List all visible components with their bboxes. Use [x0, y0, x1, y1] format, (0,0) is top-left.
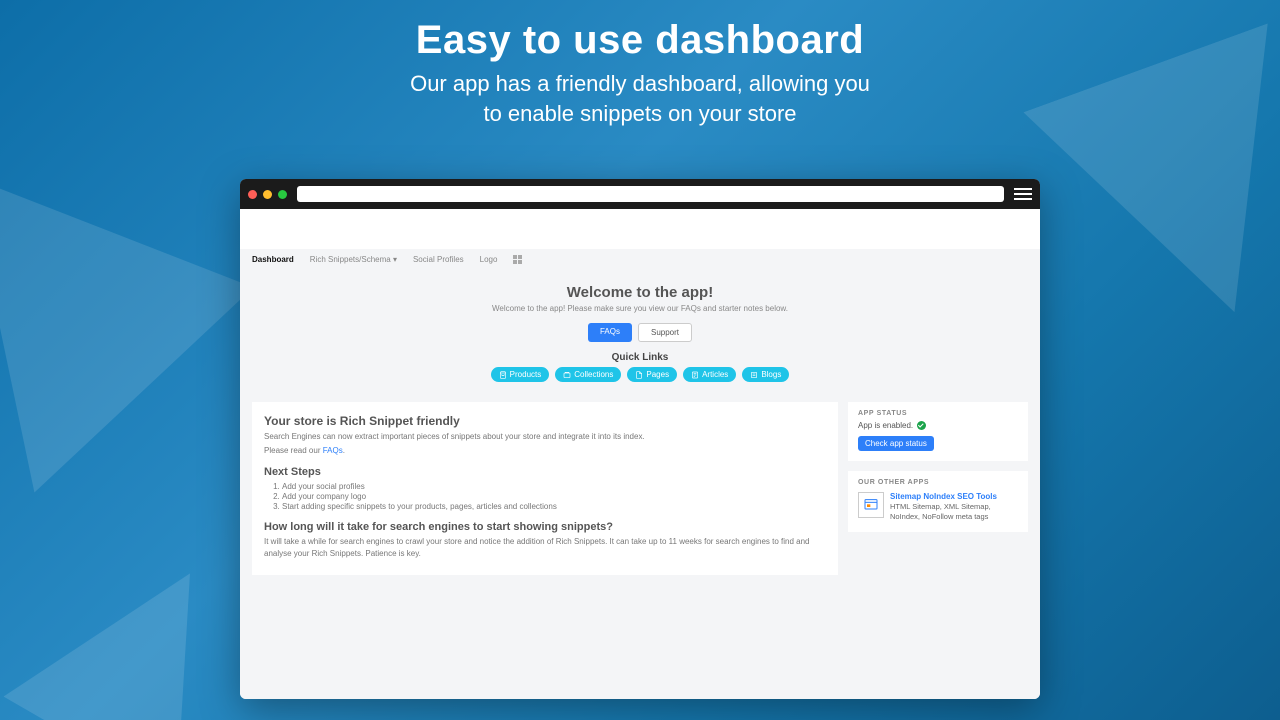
app-status-label: APP STATUS: [858, 410, 1018, 417]
other-apps-card: OUR OTHER APPS Sitemap NoIndex SEO Tools…: [848, 471, 1028, 532]
apps-grid-icon[interactable]: [513, 255, 522, 264]
next-steps-heading: Next Steps: [264, 466, 826, 478]
app-body: Dashboard Rich Snippets/Schema ▾ Social …: [240, 209, 1040, 699]
quicklinks-title: Quick Links: [240, 352, 1040, 363]
support-button[interactable]: Support: [638, 323, 692, 342]
main-heading: Your store is Rich Snippet friendly: [264, 414, 826, 428]
main-p2: Please read our FAQs.: [264, 445, 826, 456]
app-status-card: APP STATUS App is enabled. Check app sta…: [848, 402, 1028, 461]
next-steps-list: Add your social profiles Add your compan…: [282, 482, 826, 511]
app-icon: [858, 492, 884, 518]
welcome-sub: Welcome to the app! Please make sure you…: [240, 304, 1040, 313]
minimize-window-dot[interactable]: [263, 190, 272, 199]
tab-dashboard[interactable]: Dashboard: [252, 255, 294, 264]
faqs-button[interactable]: FAQs: [588, 323, 632, 342]
quicklinks-row: Products Collections Pages Articles Blog…: [240, 367, 1040, 382]
app-nav: Dashboard Rich Snippets/Schema ▾ Social …: [240, 249, 1040, 270]
tab-social-profiles[interactable]: Social Profiles: [413, 255, 464, 264]
app-status-row: App is enabled.: [858, 421, 1018, 430]
main-panel: Your store is Rich Snippet friendly Sear…: [252, 402, 838, 575]
hero-title: Easy to use dashboard: [0, 18, 1280, 63]
main-p1: Search Engines can now extract important…: [264, 431, 826, 442]
other-app-desc: HTML Sitemap, XML Sitemap, NoIndex, NoFo…: [890, 502, 991, 521]
check-app-status-button[interactable]: Check app status: [858, 436, 934, 451]
list-item: Add your social profiles: [282, 482, 826, 491]
browser-window: Dashboard Rich Snippets/Schema ▾ Social …: [240, 179, 1040, 699]
close-window-dot[interactable]: [248, 190, 257, 199]
browser-titlebar: [240, 179, 1040, 209]
quicklink-blogs[interactable]: Blogs: [742, 367, 789, 382]
faqs-link[interactable]: FAQs: [323, 446, 343, 455]
quicklink-collections[interactable]: Collections: [555, 367, 621, 382]
welcome-heading: Welcome to the app!: [240, 284, 1040, 301]
howlong-heading: How long will it take for search engines…: [264, 521, 826, 533]
quicklink-pages[interactable]: Pages: [627, 367, 677, 382]
list-item: Start adding specific snippets to your p…: [282, 502, 826, 511]
quicklink-articles[interactable]: Articles: [683, 367, 736, 382]
other-apps-label: OUR OTHER APPS: [858, 479, 1018, 486]
url-bar[interactable]: [297, 186, 1004, 202]
tab-logo[interactable]: Logo: [480, 255, 498, 264]
maximize-window-dot[interactable]: [278, 190, 287, 199]
other-app-title[interactable]: Sitemap NoIndex SEO Tools: [890, 492, 997, 501]
check-icon: [917, 421, 926, 430]
list-item: Add your company logo: [282, 492, 826, 501]
tab-rich-snippets[interactable]: Rich Snippets/Schema ▾: [310, 255, 397, 264]
quicklink-products[interactable]: Products: [491, 367, 550, 382]
menu-icon[interactable]: [1014, 185, 1032, 203]
howlong-p: It will take a while for search engines …: [264, 536, 826, 558]
